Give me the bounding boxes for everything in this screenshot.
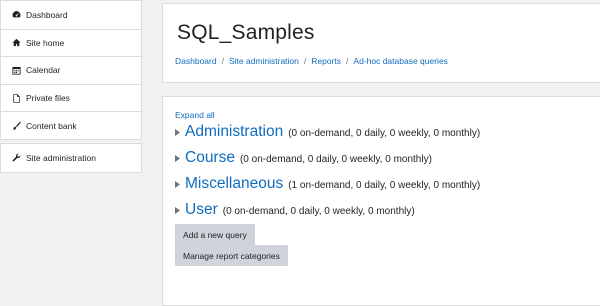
breadcrumb-dashboard[interactable]: Dashboard — [175, 56, 217, 66]
category-counts: (0 on-demand, 0 daily, 0 weekly, 0 month… — [239, 154, 432, 165]
breadcrumb-separator: / — [303, 56, 307, 66]
wrench-icon — [12, 153, 21, 162]
sidebar-item-private-files[interactable]: Private files — [1, 83, 141, 112]
sidebar-item-label: Content bank — [26, 120, 77, 131]
expand-triangle-icon — [175, 180, 180, 188]
breadcrumb-site-administration[interactable]: Site administration — [229, 56, 299, 66]
sidebar-item-label: Calendar — [26, 65, 61, 76]
add-query-button[interactable]: Add a new query — [175, 224, 255, 245]
breadcrumb-separator: / — [346, 56, 349, 66]
sidebar-item-label: Site administration — [26, 152, 96, 163]
sidebar-item-label: Site home — [26, 37, 65, 48]
sidebar-item-dashboard[interactable]: Dashboard — [1, 1, 141, 29]
file-icon — [12, 93, 21, 103]
category-counts: (1 on-demand, 0 daily, 0 weekly, 0 month… — [288, 180, 481, 191]
category-name[interactable]: Administration — [185, 123, 283, 141]
sidebar-item-calendar[interactable]: Calendar — [1, 56, 141, 84]
sidebar-item-label: Dashboard — [26, 9, 68, 20]
page-header: SQL_Samples Dashboard / Site administrat… — [162, 3, 600, 83]
expand-triangle-icon — [175, 154, 180, 162]
sidebar-item-site-administration[interactable]: Site administration — [1, 144, 141, 172]
breadcrumb-reports[interactable]: Reports — [311, 56, 341, 66]
category-administration[interactable]: Administration (0 on-demand, 0 daily, 0 … — [175, 123, 480, 141]
expand-triangle-icon — [175, 206, 180, 214]
category-counts: (0 on-demand, 0 daily, 0 weekly, 0 month… — [288, 128, 481, 139]
main-content: Expand all Administration (0 on-demand, … — [162, 96, 600, 306]
category-name[interactable]: User — [185, 201, 218, 219]
breadcrumb-separator: / — [221, 56, 224, 66]
category-name[interactable]: Course — [185, 149, 235, 167]
dashboard-icon — [12, 10, 21, 19]
category-miscellaneous[interactable]: Miscellaneous (1 on-demand, 0 daily, 0 w… — [175, 175, 480, 193]
calendar-icon — [12, 66, 21, 75]
primary-nav: Dashboard Site home Calendar Private fil… — [0, 0, 142, 140]
home-icon — [12, 38, 21, 47]
left-sidebar: Dashboard Site home Calendar Private fil… — [0, 0, 142, 173]
category-course[interactable]: Course (0 on-demand, 0 daily, 0 weekly, … — [175, 149, 432, 167]
sidebar-item-site-home[interactable]: Site home — [1, 28, 141, 57]
breadcrumb-adhoc-queries[interactable]: Ad-hoc database queries — [353, 56, 448, 66]
page-title: SQL_Samples — [177, 21, 315, 44]
sidebar-item-label: Private files — [26, 93, 70, 104]
manage-categories-button[interactable]: Manage report categories — [175, 245, 288, 266]
category-name[interactable]: Miscellaneous — [185, 175, 283, 193]
category-user[interactable]: User (0 on-demand, 0 daily, 0 weekly, 0 … — [175, 201, 415, 219]
category-counts: (0 on-demand, 0 daily, 0 weekly, 0 month… — [222, 206, 415, 217]
admin-nav: Site administration — [0, 142, 142, 173]
breadcrumb: Dashboard / Site administration / Report… — [175, 56, 448, 66]
expand-triangle-icon — [175, 128, 180, 136]
sidebar-item-content-bank[interactable]: Content bank — [1, 111, 141, 139]
expand-all-link[interactable]: Expand all — [175, 110, 215, 120]
brush-icon — [12, 121, 21, 130]
